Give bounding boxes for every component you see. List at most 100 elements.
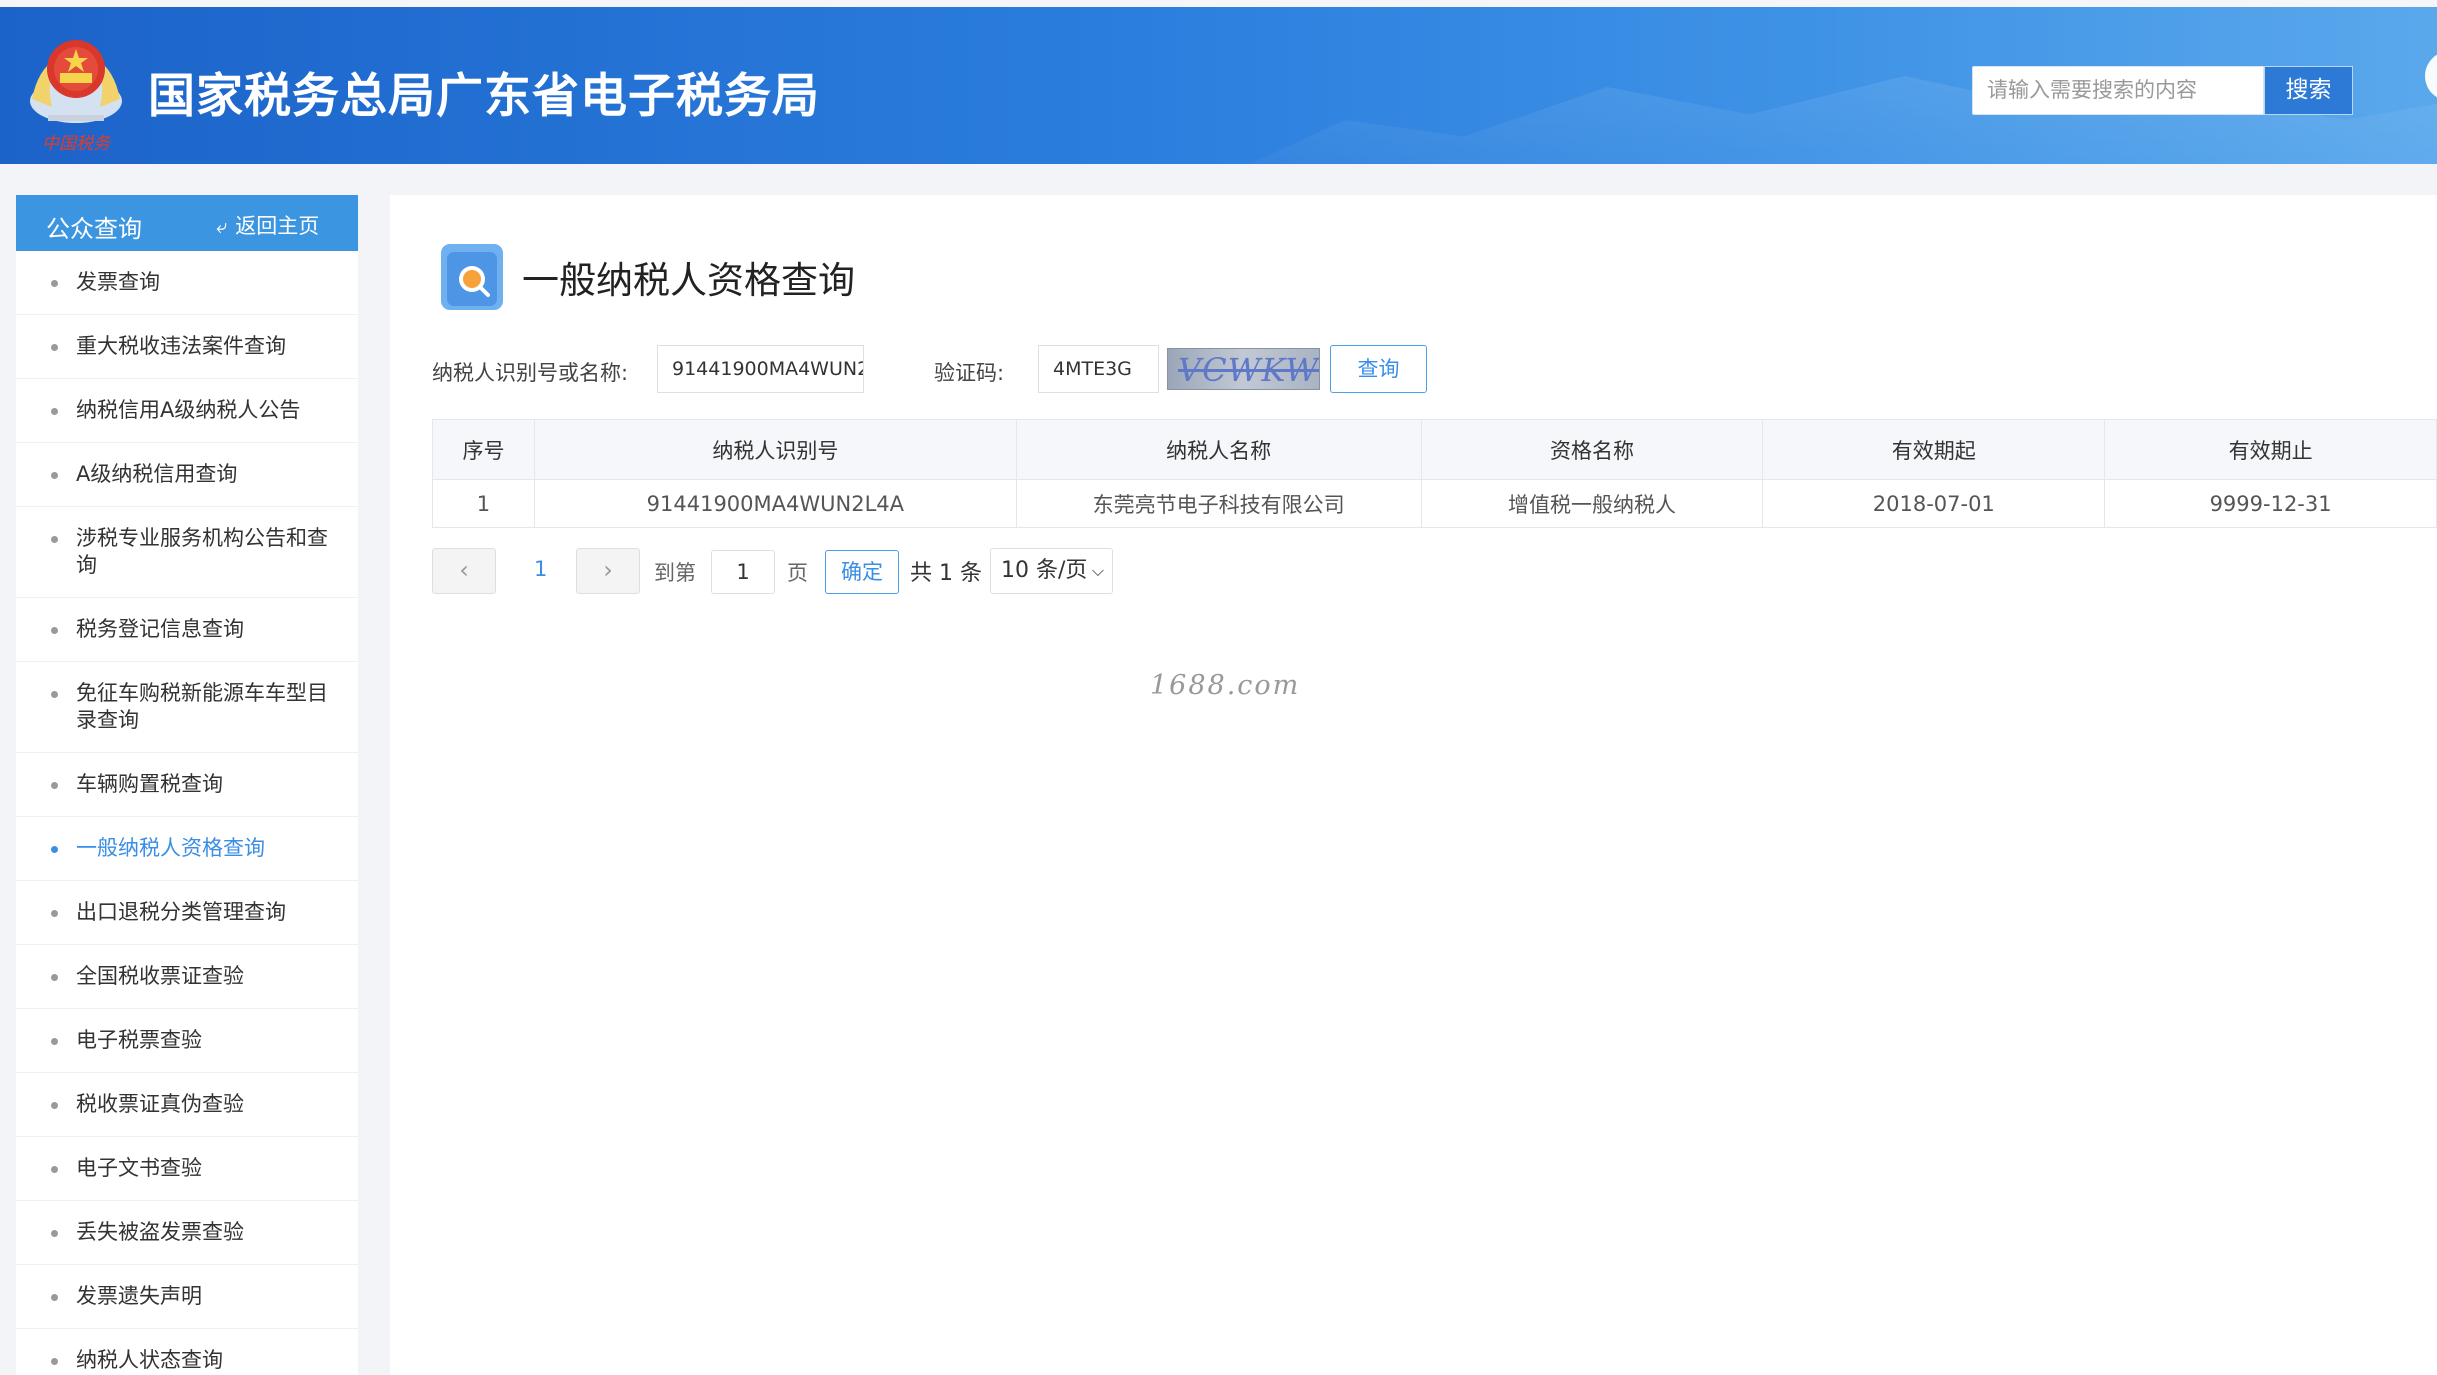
watermark: 1688.com	[1150, 670, 1301, 701]
taxpayer-id-input[interactable]: 91441900MA4WUN2L4	[657, 345, 864, 393]
sidebar-item-invoice-query[interactable]: 发票查询	[16, 251, 358, 315]
taxpayer-id-label: 纳税人识别号或名称:	[432, 361, 629, 385]
bullet-icon	[51, 627, 58, 634]
next-page-button[interactable]: ›	[576, 548, 640, 594]
goto-confirm-button[interactable]: 确定	[825, 550, 899, 594]
bullet-icon	[51, 846, 58, 853]
sidebar-item-label: 纳税人状态查询	[76, 1348, 223, 1372]
sidebar-item-label: 出口退税分类管理查询	[76, 900, 286, 924]
svg-text:中国税务: 中国税务	[42, 134, 112, 154]
sidebar-item-label: 发票遗失声明	[76, 1284, 202, 1308]
sidebar-item-label: 车辆购置税查询	[76, 772, 223, 796]
sidebar-item-general-taxpayer[interactable]: 一般纳税人资格查询	[16, 817, 358, 881]
sidebar-item-label: 税务登记信息查询	[76, 617, 244, 641]
bullet-icon	[51, 1294, 58, 1301]
sidebar-item-label: 税收票证真伪查验	[76, 1092, 244, 1116]
sidebar-item-label: 一般纳税人资格查询	[76, 836, 265, 860]
page-size-select[interactable]: 10 条/页 ⌵	[990, 548, 1113, 594]
page-unit-label: 页	[787, 561, 808, 585]
site-header: 中国税务 国家税务总局广东省电子税务局 请输入需要搜索的内容 搜索	[0, 0, 2437, 164]
chevron-down-icon: ⌵	[1091, 561, 1104, 580]
sidebar-title: 公众查询	[46, 215, 142, 243]
query-button[interactable]: 查询	[1330, 345, 1427, 393]
goto-page-input[interactable]: 1	[711, 550, 775, 594]
sidebar-item-national-voucher[interactable]: 全国税收票证查验	[16, 945, 358, 1009]
sidebar-item-e-tax-ticket[interactable]: 电子税票查验	[16, 1009, 358, 1073]
sidebar-item-a-level-credit[interactable]: A级纳税信用查询	[16, 443, 358, 507]
table-cell: 9999-12-31	[2104, 479, 2437, 528]
back-arrow-icon: ⤶	[216, 214, 228, 238]
sidebar-item-lost-invoice[interactable]: 丢失被盗发票查验	[16, 1201, 358, 1265]
table-cell: 东莞亮节电子科技有限公司	[1015, 479, 1422, 528]
bullet-icon	[51, 910, 58, 917]
bullet-icon	[51, 280, 58, 287]
sidebar-item-label: 重大税收违法案件查询	[76, 334, 286, 358]
result-table: 序号 纳税人识别号 纳税人名称 资格名称 有效期起 有效期止 1 9144190…	[432, 419, 2437, 528]
table-cell: 91441900MA4WUN2L4A	[533, 479, 1017, 528]
column-header: 纳税人名称	[1015, 419, 1422, 480]
bullet-icon	[51, 1102, 58, 1109]
current-page-number[interactable]: 1	[534, 557, 547, 581]
sidebar-item-e-document[interactable]: 电子文书查验	[16, 1137, 358, 1201]
sidebar-item-a-level-notice[interactable]: 纳税信用A级纳税人公告	[16, 379, 358, 443]
bullet-icon	[51, 344, 58, 351]
header-search-button[interactable]: 搜索	[2264, 66, 2353, 115]
chevron-left-icon: ‹	[459, 556, 469, 584]
bullet-icon	[51, 1230, 58, 1237]
sidebar: 公众查询 ⤶ 返回主页 发票查询 重大税收违法案件查询 纳税信用A级纳税人公告 A…	[16, 195, 358, 1375]
captcha-image[interactable]: VCWKW3	[1167, 348, 1320, 390]
column-header: 有效期起	[1762, 419, 2106, 480]
sidebar-item-vehicle-tax[interactable]: 车辆购置税查询	[16, 753, 358, 817]
sidebar-item-label: A级纳税信用查询	[76, 462, 238, 486]
sidebar-item-loss-statement[interactable]: 发票遗失声明	[16, 1265, 358, 1329]
main-panel: 一般纳税人资格查询 纳税人识别号或名称: 91441900MA4WUN2L4 验…	[390, 195, 2437, 1375]
site-title: 国家税务总局广东省电子税务局	[148, 69, 820, 124]
sidebar-item-label: 免征车购税新能源车车型目录查询	[76, 681, 328, 732]
column-header: 有效期止	[2104, 419, 2437, 480]
sidebar-item-taxpayer-status[interactable]: 纳税人状态查询	[16, 1329, 358, 1375]
bullet-icon	[51, 782, 58, 789]
captcha-input[interactable]: 4MTE3G	[1038, 345, 1159, 393]
page-size-value: 10 条/页	[1001, 558, 1088, 583]
header-search-input[interactable]: 请输入需要搜索的内容	[1972, 66, 2264, 115]
sidebar-menu: 发票查询 重大税收违法案件查询 纳税信用A级纳税人公告 A级纳税信用查询 涉税专…	[16, 251, 358, 1375]
sidebar-item-label: 电子文书查验	[76, 1156, 202, 1180]
sidebar-item-label: 电子税票查验	[76, 1028, 202, 1052]
back-home-link[interactable]: ⤶ 返回主页	[216, 210, 319, 240]
sidebar-item-major-violation[interactable]: 重大税收违法案件查询	[16, 315, 358, 379]
bullet-icon	[51, 691, 58, 698]
sidebar-item-export-refund[interactable]: 出口退税分类管理查询	[16, 881, 358, 945]
table-cell: 2018-07-01	[1762, 479, 2106, 528]
bullet-icon	[51, 1166, 58, 1173]
table-cell: 增值税一般纳税人	[1420, 479, 1764, 528]
prev-page-button[interactable]: ‹	[432, 548, 496, 594]
bullet-icon	[51, 472, 58, 479]
bullet-icon	[51, 974, 58, 981]
sidebar-item-label: 纳税信用A级纳税人公告	[76, 398, 301, 422]
sidebar-header: 公众查询 ⤶ 返回主页	[16, 195, 358, 251]
tax-emblem-logo: 中国税务	[30, 40, 122, 154]
search-document-icon	[441, 244, 503, 310]
sidebar-item-label: 涉税专业服务机构公告和查询	[76, 526, 328, 577]
user-avatar[interactable]	[2425, 51, 2437, 101]
sidebar-item-label: 发票查询	[76, 270, 160, 294]
bullet-icon	[51, 1358, 58, 1365]
table-cell: 1	[432, 479, 535, 528]
sidebar-item-tax-agencies[interactable]: 涉税专业服务机构公告和查询	[16, 507, 358, 598]
page-title: 一般纳税人资格查询	[522, 259, 855, 302]
column-header: 序号	[432, 419, 535, 480]
table-header-row: 序号 纳税人识别号 纳税人名称 资格名称 有效期起 有效期止	[432, 419, 2437, 480]
table-row: 1 91441900MA4WUN2L4A 东莞亮节电子科技有限公司 增值税一般纳…	[432, 479, 2437, 528]
chevron-right-icon: ›	[603, 556, 613, 584]
goto-label: 到第	[654, 561, 696, 585]
bullet-icon	[51, 536, 58, 543]
column-header: 资格名称	[1420, 419, 1764, 480]
bullet-icon	[51, 1038, 58, 1045]
sidebar-item-registration-info[interactable]: 税务登记信息查询	[16, 598, 358, 662]
captcha-label: 验证码:	[934, 361, 1005, 385]
back-home-label: 返回主页	[235, 214, 320, 238]
captcha-image-text: VCWKW3	[1178, 351, 1320, 389]
sidebar-item-voucher-authenticity[interactable]: 税收票证真伪查验	[16, 1073, 358, 1137]
sidebar-item-ev-catalog[interactable]: 免征车购税新能源车车型目录查询	[16, 662, 358, 753]
bullet-icon	[51, 408, 58, 415]
